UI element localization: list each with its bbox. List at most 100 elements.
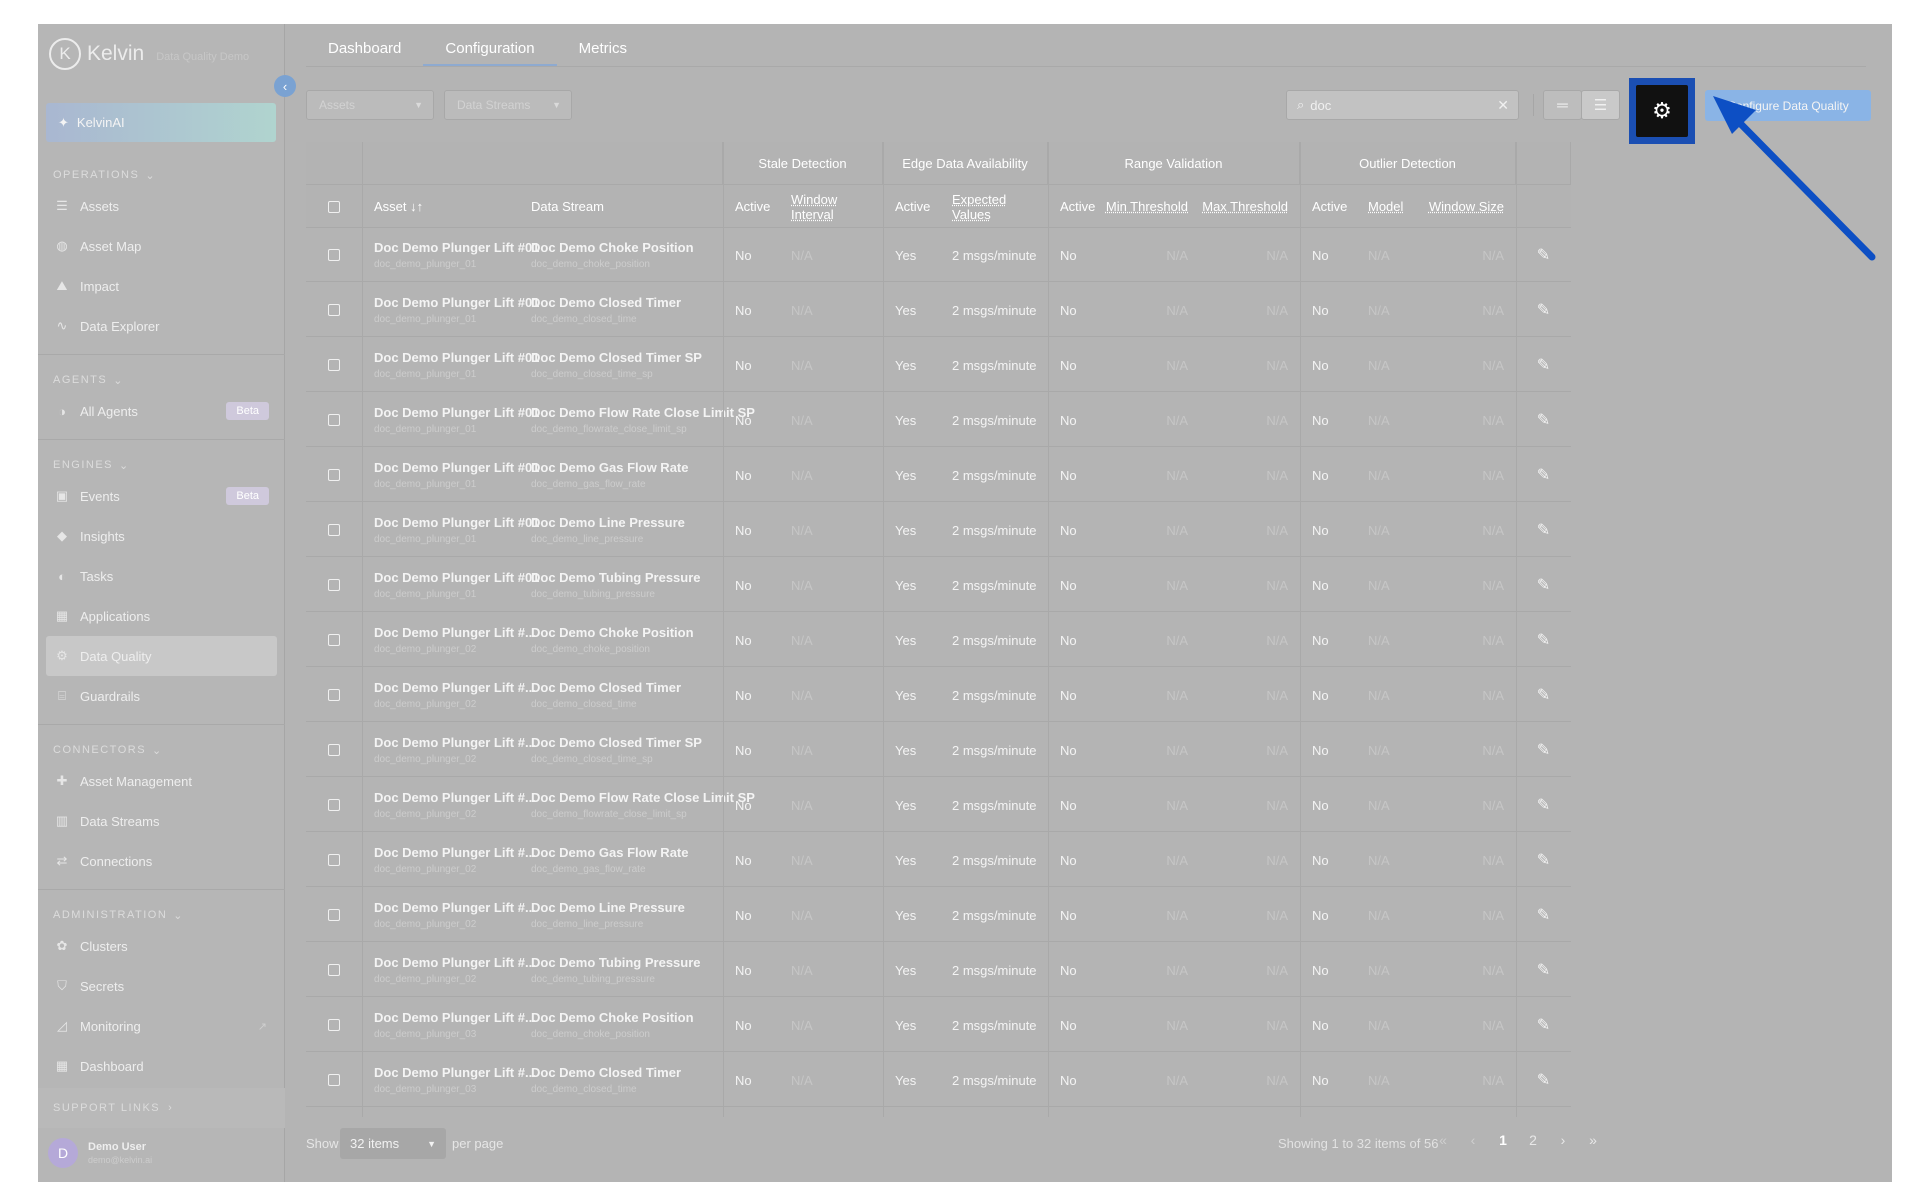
edit-pencil-icon[interactable]: ✎ [1537,520,1550,540]
column-header-ws[interactable]: Window Size [1419,185,1516,228]
sidebar-item-asset-management[interactable]: ✚ Asset Management [46,761,277,801]
sidebar-item-all-agents[interactable]: ◑ All Agents Beta [46,391,277,431]
row-checkbox[interactable] [328,689,340,701]
sidebar-item-connections[interactable]: ⇄ Connections [46,841,277,881]
row-checkbox[interactable] [328,359,340,371]
column-header-stream[interactable]: Data Stream [519,185,723,228]
edit-pencil-icon[interactable]: ✎ [1537,300,1550,320]
sidebar-item-label: Insights [80,528,125,544]
row-checkbox[interactable] [328,304,340,316]
column-header-win[interactable]: Window Interval [779,185,883,228]
section-agents[interactable]: AGENTS ⌄ [38,369,285,391]
sidebar-item-secrets[interactable]: ⛉ Secrets [46,966,277,1006]
section-engines[interactable]: ENGINES ⌄ [38,454,285,476]
clear-icon[interactable]: ✕ [1497,97,1509,114]
edit-pencil-icon[interactable]: ✎ [1537,355,1550,375]
sidebar-item-tasks[interactable]: ◐ Tasks [46,556,277,596]
cell-edge: Yes [895,247,917,263]
row-checkbox[interactable] [328,744,340,756]
sidebar-item-dashboard[interactable]: ▦ Dashboard [46,1046,277,1086]
search-input[interactable] [1310,97,1481,113]
edit-pencil-icon[interactable]: ✎ [1537,465,1550,485]
edit-pencil-icon[interactable]: ✎ [1537,685,1550,705]
sidebar-item-data-quality[interactable]: ⚙ Data Quality [46,636,277,676]
cell-ws: N/A [1482,357,1504,373]
column-header-stale[interactable]: Active [723,185,779,228]
page-1[interactable]: 1 [1488,1132,1518,1148]
sidebar-item-data-streams[interactable]: ▥ Data Streams [46,801,277,841]
row-checkbox[interactable] [328,964,340,976]
next-page-icon[interactable]: › [1548,1132,1578,1148]
kelvinai-button[interactable]: ✦ KelvinAI [46,103,276,142]
sidebar-item-impact[interactable]: ⛰ Impact [46,266,277,306]
column-header-cb[interactable] [306,185,362,228]
edit-pencil-icon[interactable]: ✎ [1537,410,1550,430]
column-header-model[interactable]: Model [1356,185,1419,228]
column-header-range[interactable]: Active [1048,185,1104,228]
section-operations[interactable]: OPERATIONS ⌄ [38,164,285,186]
data-streams-filter[interactable]: Data Streams ▼ [444,90,572,120]
edit-pencil-icon[interactable]: ✎ [1537,905,1550,925]
row-checkbox[interactable] [328,1074,340,1086]
edit-pencil-icon[interactable]: ✎ [1537,1015,1550,1035]
row-checkbox[interactable] [328,799,340,811]
sidebar-item-monitoring[interactable]: ◿ Monitoring ↗ [46,1006,277,1046]
column-header-max[interactable]: Max Threshold [1200,185,1300,228]
sidebar-item-applications[interactable]: ▦ Applications [46,596,277,636]
row-checkbox[interactable] [328,524,340,536]
row-checkbox[interactable] [328,414,340,426]
sidebar-item-asset-map[interactable]: ◍ Asset Map [46,226,277,266]
chevron-down-icon: ⌄ [119,459,130,472]
row-checkbox[interactable] [328,909,340,921]
column-header-min[interactable]: Min Threshold [1104,185,1200,228]
collapse-sidebar-button[interactable]: ‹ [274,75,296,97]
column-header-asset[interactable]: Asset ↓↑ [362,185,519,228]
column-header-out[interactable]: Active [1300,185,1356,228]
configure-data-quality-button[interactable]: Configure Data Quality [1705,90,1871,121]
logo[interactable]: K Kelvin Data Quality Demo [49,38,249,70]
edit-pencil-icon[interactable]: ✎ [1537,575,1550,595]
cell-max: N/A [1266,467,1288,483]
edit-pencil-icon[interactable]: ✎ [1537,960,1550,980]
edit-pencil-icon[interactable]: ✎ [1537,850,1550,870]
row-checkbox[interactable] [328,249,340,261]
support-links[interactable]: SUPPORT LINKS › [38,1088,285,1128]
sidebar-item-insights[interactable]: ◆ Insights [46,516,277,556]
sidebar-item-guardrails[interactable]: ⌸ Guardrails [46,676,277,716]
row-checkbox[interactable] [328,854,340,866]
cell-cb [306,998,362,1052]
sidebar-item-data-explorer[interactable]: ∿ Data Explorer [46,306,277,346]
user-profile[interactable]: D Demo User demo@kelvin.ai [48,1138,152,1168]
row-checkbox[interactable] [328,469,340,481]
sidebar-item-clusters[interactable]: ✿ Clusters [46,926,277,966]
compact-density-button[interactable]: ═ [1543,90,1582,120]
asset-name: Doc Demo Plunger Lift #01 [374,295,540,310]
page-2[interactable]: 2 [1518,1132,1548,1148]
settings-button[interactable]: ⚙ [1636,85,1688,137]
edit-pencil-icon[interactable]: ✎ [1537,740,1550,760]
per-page-select[interactable]: 32 items ▼ [340,1128,446,1159]
tab-configuration[interactable]: Configuration [423,40,557,66]
caret-down-icon: ▼ [414,100,423,110]
prev-page-icon[interactable]: ‹ [1458,1132,1488,1148]
first-page-icon[interactable]: « [1428,1132,1458,1148]
row-checkbox[interactable] [328,1019,340,1031]
edit-pencil-icon[interactable]: ✎ [1537,1070,1550,1090]
section-administration[interactable]: ADMINISTRATION ⌄ [38,904,285,926]
edit-pencil-icon[interactable]: ✎ [1537,630,1550,650]
normal-density-button[interactable]: ☰ [1581,90,1620,120]
last-page-icon[interactable]: » [1578,1132,1608,1148]
edit-pencil-icon[interactable]: ✎ [1537,245,1550,265]
sidebar-item-events[interactable]: ▣ Events Beta [46,476,277,516]
column-header-edge[interactable]: Active [883,185,940,228]
sidebar-item-assets[interactable]: ☰ Assets [46,186,277,226]
tab-dashboard[interactable]: Dashboard [306,40,423,66]
assets-filter[interactable]: Assets ▼ [306,90,434,120]
edit-pencil-icon[interactable]: ✎ [1537,795,1550,815]
select-all-checkbox[interactable] [328,200,340,213]
row-checkbox[interactable] [328,634,340,646]
row-checkbox[interactable] [328,579,340,591]
tab-metrics[interactable]: Metrics [557,40,649,66]
column-header-exp[interactable]: Expected Values [940,185,1048,228]
section-connectors[interactable]: CONNECTORS ⌄ [38,739,285,761]
